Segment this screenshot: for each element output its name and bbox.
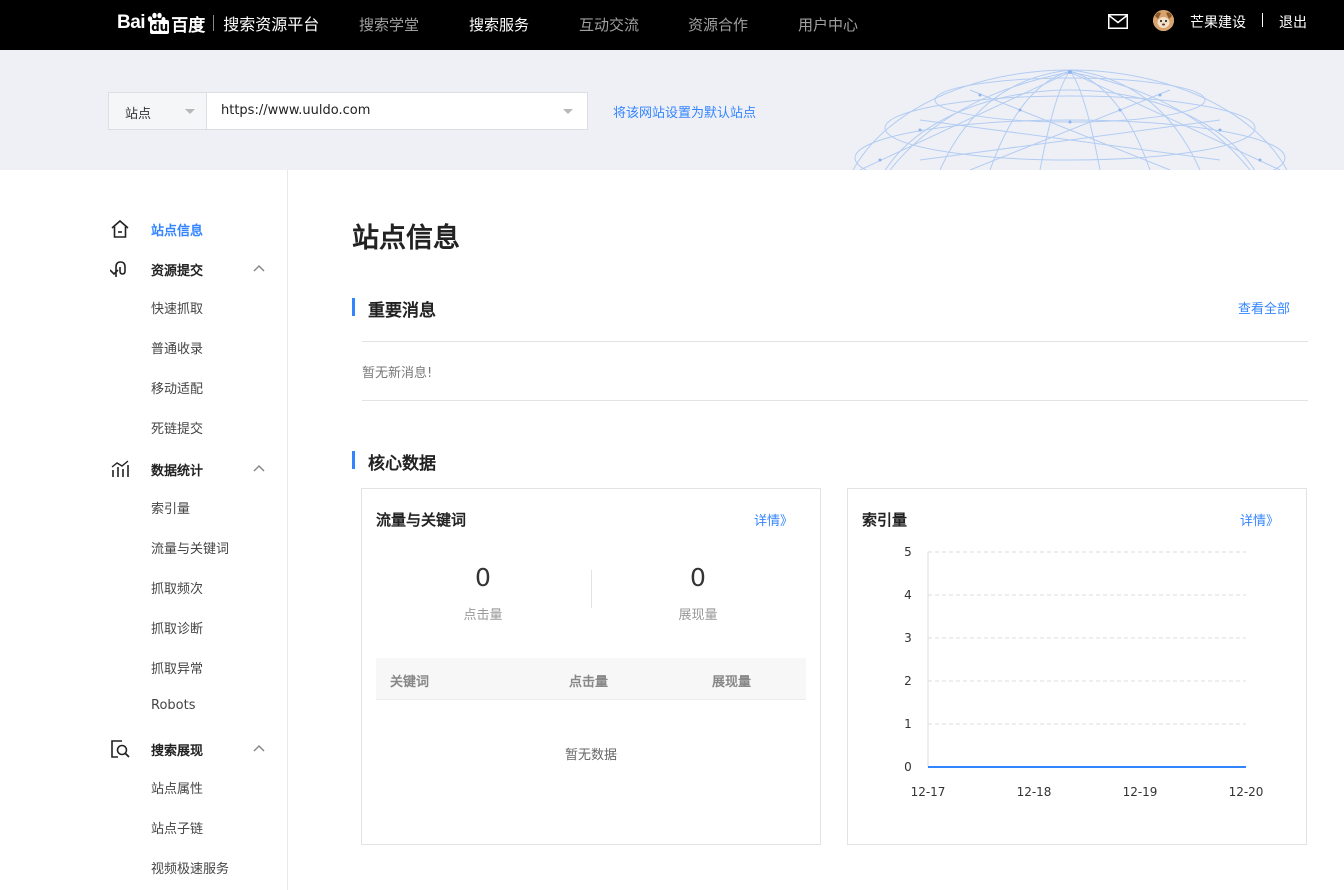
stat-divider	[591, 570, 592, 608]
sidebar-item-mobile-adapt[interactable]: 移动适配	[151, 378, 203, 397]
index-volume-card: 索引量 详情》 0 1 2 3 4 5 12-17 12-18 12-19 12-20	[847, 488, 1307, 845]
sidebar-group-search-display[interactable]: 搜索展现	[110, 737, 270, 761]
no-data-text: 暂无数据	[564, 748, 617, 763]
card-title: 流量与关键词	[376, 511, 467, 529]
globe-decoration	[852, 69, 1288, 170]
sidebar-item-site-attributes[interactable]: 站点属性	[151, 778, 203, 797]
home-icon	[111, 219, 129, 238]
logo-text-du: du	[150, 20, 170, 34]
site-type-label: 站点	[125, 107, 152, 122]
clicks-value: 0	[475, 563, 491, 592]
y-tick-label: 2	[904, 674, 912, 688]
sidebar-item-index-volume[interactable]: 索引量	[151, 498, 190, 517]
y-tick-label: 3	[904, 631, 912, 645]
mail-icon[interactable]	[1108, 14, 1128, 29]
nav-search-service[interactable]: 搜索服务	[469, 14, 529, 35]
sidebar-item-site-sublinks[interactable]: 站点子链	[151, 818, 203, 837]
sidebar-group-label: 站点信息	[151, 224, 204, 239]
site-selector: 站点 https://www.uuldo.com	[108, 92, 588, 130]
sidebar-group-label: 搜索展现	[151, 744, 204, 759]
nav-resource-cooperation[interactable]: 资源合作	[688, 14, 748, 35]
x-tick-label: 12-19	[1123, 785, 1158, 799]
y-tick-label: 4	[904, 588, 912, 602]
y-tick-label: 1	[904, 717, 912, 731]
sidebar-item-robots[interactable]: Robots	[151, 698, 195, 713]
sidebar-item-crawl-diagnosis[interactable]: 抓取诊断	[151, 618, 203, 637]
site-banner: 站点 https://www.uuldo.com 将该网站设置为默认站点	[0, 50, 1344, 170]
clicks-label: 点击量	[463, 608, 503, 623]
sidebar-item-video-fast[interactable]: 视频极速服务	[151, 858, 229, 877]
avatar[interactable]	[1153, 10, 1174, 31]
divider	[362, 400, 1308, 401]
sidebar-item-normal-index[interactable]: 普通收录	[151, 338, 203, 357]
nav-search-school[interactable]: 搜索学堂	[359, 14, 419, 35]
site-type-dropdown[interactable]: 站点	[109, 93, 207, 129]
keywords-table-header: 关键词 点击量 展现量	[376, 658, 806, 700]
column-header-impressions[interactable]: 展现量	[712, 671, 751, 690]
search-display-icon	[111, 740, 130, 758]
chevron-up-icon[interactable]	[253, 464, 265, 472]
impressions-value: 0	[690, 563, 706, 592]
sidebar-item-site-info[interactable]: 站点信息	[110, 217, 270, 241]
traffic-keywords-card: 流量与关键词 详情》 0 点击量 0 展现量 关键词 点击量 展现量 暂无数据	[361, 488, 821, 845]
sidebar-item-traffic-keywords[interactable]: 流量与关键词	[151, 538, 229, 557]
y-tick-label: 0	[904, 760, 912, 774]
username-link[interactable]: 芒果建设	[1190, 12, 1246, 32]
nav-user-center[interactable]: 用户中心	[798, 14, 858, 35]
logo-text-bai: Bai	[117, 12, 146, 33]
core-data-section-title: 核心数据	[368, 454, 436, 474]
nav-interaction[interactable]: 互动交流	[579, 14, 639, 35]
logo-divider	[213, 15, 215, 31]
traffic-detail-link[interactable]: 详情》	[754, 510, 793, 529]
baidu-logo[interactable]: Bai du 百度 搜索资源平台	[117, 5, 319, 41]
y-tick-label: 5	[904, 545, 912, 559]
stats-icon	[111, 460, 129, 477]
section-accent-bar	[352, 451, 355, 469]
site-url-select[interactable]: https://www.uuldo.com	[221, 103, 370, 118]
chevron-down-icon	[185, 109, 195, 114]
x-tick-label: 12-20	[1229, 785, 1264, 799]
view-all-link[interactable]: 查看全部	[1238, 298, 1290, 317]
set-default-site-link[interactable]: 将该网站设置为默认站点	[613, 102, 756, 121]
index-volume-chart: 0 1 2 3 4 5 12-17 12-18 12-19 12-20	[904, 545, 1264, 799]
top-navigation-bar: Bai du 百度 搜索资源平台 搜索学堂 搜索服务 互动交流 资源合作 用户中…	[0, 0, 1344, 50]
sidebar: 站点信息 资源提交 快速抓取 普通收录 移动适配 死链提交 数据统计 索引量 流…	[0, 170, 288, 890]
page-title: 站点信息	[352, 223, 460, 254]
sidebar-group-label: 资源提交	[151, 264, 204, 279]
messages-section-title: 重要消息	[368, 301, 436, 321]
logo-text-baidu: 百度	[171, 15, 206, 36]
topbar-separator	[1262, 13, 1263, 27]
divider	[362, 341, 1308, 342]
section-accent-bar	[352, 298, 355, 316]
platform-name: 搜索资源平台	[223, 15, 320, 34]
no-messages-text: 暂无新消息!	[362, 366, 433, 381]
sidebar-item-crawl-frequency[interactable]: 抓取频次	[151, 578, 203, 597]
sidebar-item-dead-link[interactable]: 死链提交	[151, 418, 203, 437]
sidebar-group-resource-submit[interactable]: 资源提交	[110, 257, 270, 281]
sidebar-group-data-stats[interactable]: 数据统计	[110, 457, 270, 481]
logout-link[interactable]: 退出	[1279, 12, 1307, 32]
sidebar-group-label: 数据统计	[151, 464, 204, 479]
chevron-down-icon[interactable]	[563, 109, 573, 114]
column-header-keyword[interactable]: 关键词	[390, 671, 429, 690]
sidebar-item-crawl-errors[interactable]: 抓取异常	[151, 658, 203, 677]
chevron-up-icon[interactable]	[253, 264, 265, 272]
impressions-label: 展现量	[678, 608, 718, 623]
x-tick-label: 12-18	[1017, 785, 1052, 799]
x-tick-label: 12-17	[911, 785, 946, 799]
sidebar-item-fast-crawl[interactable]: 快速抓取	[151, 298, 203, 317]
chevron-up-icon[interactable]	[253, 744, 265, 752]
submit-icon	[110, 261, 126, 277]
column-header-clicks[interactable]: 点击量	[569, 671, 608, 690]
